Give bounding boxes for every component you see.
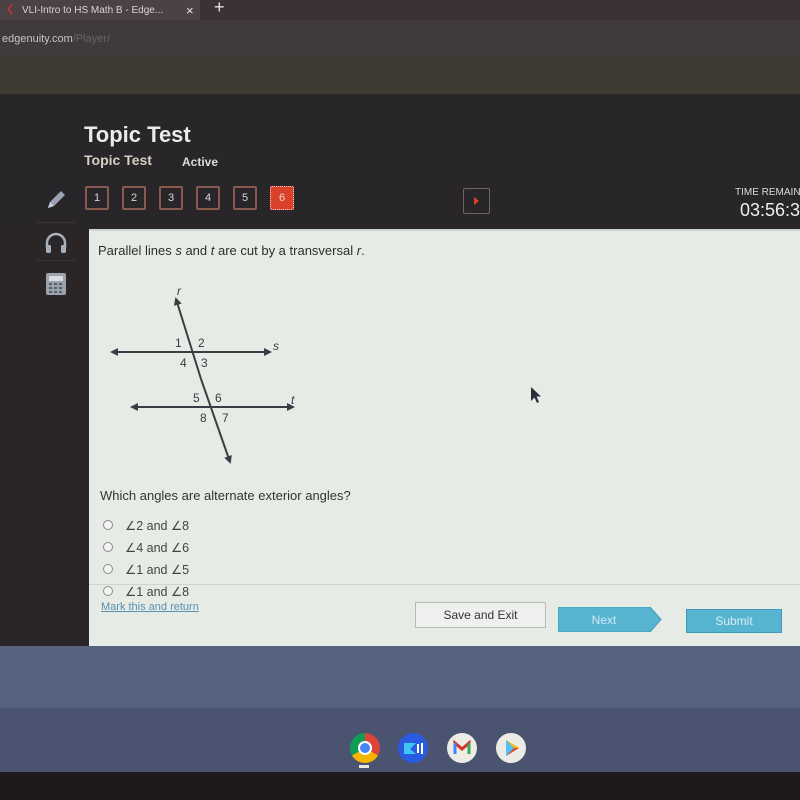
gmail-glyph (453, 739, 471, 754)
question-button-4[interactable]: 4 (196, 186, 220, 210)
headphones-icon (45, 232, 67, 253)
audio-tool-button[interactable] (30, 223, 82, 263)
angle-label-6: 6 (215, 391, 222, 405)
next-button[interactable]: Next (558, 607, 662, 632)
tool-divider (36, 260, 76, 261)
url-path: /Player/ (72, 33, 111, 45)
prompt-text: . (361, 243, 365, 258)
label-s: s (273, 339, 279, 353)
browser-tabstrip: ❮ VLI-Intro to HS Math B - Edge... × + (0, 0, 800, 20)
option-label: ∠2 and ∠8 (125, 518, 190, 533)
option-label: ∠1 and ∠8 (125, 584, 190, 599)
angle-label-8: 8 (200, 411, 207, 425)
mouse-cursor-icon (531, 387, 541, 403)
label-t: t (291, 393, 295, 407)
question-text: Which angles are alternate exterior angl… (100, 488, 351, 503)
radio-button[interactable] (103, 542, 113, 552)
url-text[interactable]: edgenuity.com/Player/ (2, 33, 110, 45)
calculator-tool-button[interactable] (30, 264, 82, 304)
screencastify-app-icon[interactable] (398, 733, 428, 763)
next-question-arrow-button[interactable] (463, 188, 490, 214)
tab-title: VLI-Intro to HS Math B - Edge... (22, 4, 164, 16)
angle-label-4: 4 (180, 356, 187, 370)
question-panel: Parallel lines s and t are cut by a tran… (89, 229, 800, 646)
question-button-5[interactable]: 5 (233, 186, 257, 210)
screencastify-glyph (404, 743, 423, 754)
close-tab-icon[interactable]: × (186, 3, 194, 18)
label-r: r (177, 284, 182, 298)
pencil-icon (48, 191, 65, 208)
status-label: Active (182, 155, 219, 169)
favicon-icon: ❮ (6, 4, 15, 15)
question-button-6-active[interactable]: 6 (270, 186, 294, 210)
angle-label-2: 2 (198, 336, 205, 350)
question-navigation: 1 2 3 4 5 6 (85, 186, 294, 210)
bookmark-bar (0, 56, 800, 94)
angle-label-7: 7 (222, 411, 229, 425)
save-and-exit-button[interactable]: Save and Exit (415, 602, 546, 628)
option-label: ∠4 and ∠6 (125, 540, 190, 555)
radio-button[interactable] (103, 564, 113, 574)
radio-button[interactable] (103, 520, 113, 530)
play-arrow-icon (474, 197, 479, 205)
prompt-text: are cut by a transversal (214, 243, 357, 258)
angle-label-5: 5 (193, 391, 200, 405)
radio-button[interactable] (103, 586, 113, 596)
play-store-glyph (506, 740, 519, 756)
question-button-2[interactable]: 2 (122, 186, 146, 210)
active-app-indicator (359, 765, 369, 768)
pencil-tool-button[interactable] (30, 180, 82, 220)
scroll-clip (89, 574, 800, 584)
answer-option-2[interactable]: ∠4 and ∠6 (103, 536, 189, 558)
prompt-text: Parallel lines (98, 243, 176, 258)
url-domain: edgenuity.com (2, 33, 73, 45)
parallel-lines-diagram: r s t 1 2 3 4 5 6 7 8 (110, 284, 295, 464)
angle-label-3: 3 (201, 356, 208, 370)
chrome-app-icon[interactable] (350, 733, 380, 763)
next-label: Next (591, 612, 617, 627)
monitor-bezel (0, 772, 800, 800)
gmail-app-icon[interactable] (447, 733, 477, 763)
activity-subtitle: Topic Test (84, 152, 152, 168)
answer-option-1[interactable]: ∠2 and ∠8 (103, 514, 189, 536)
screen: ❮ VLI-Intro to HS Math B - Edge... × + e… (0, 0, 800, 800)
new-tab-button[interactable]: + (214, 0, 225, 18)
prompt-text: and (181, 243, 211, 258)
desktop-background (0, 646, 800, 708)
address-bar[interactable]: edgenuity.com/Player/ (0, 20, 800, 56)
page-title: Topic Test (84, 122, 191, 147)
play-store-app-icon[interactable] (496, 733, 526, 763)
calculator-icon (46, 273, 66, 295)
browser-tab[interactable]: ❮ VLI-Intro to HS Math B - Edge... × (0, 0, 200, 20)
submit-button[interactable]: Submit (686, 609, 782, 633)
question-button-1[interactable]: 1 (85, 186, 109, 210)
angle-label-1: 1 (175, 336, 182, 350)
answer-options: ∠2 and ∠8 ∠4 and ∠6 ∠1 and ∠5 ∠1 and ∠8 (103, 514, 189, 602)
question-button-3[interactable]: 3 (159, 186, 183, 210)
time-remaining-label: TIME REMAIN (735, 187, 800, 198)
time-remaining-value: 03:56:3 (740, 200, 800, 220)
question-prompt: Parallel lines s and t are cut by a tran… (98, 243, 365, 258)
chrome-dot (360, 743, 370, 753)
mark-and-return-link[interactable]: Mark this and return (101, 601, 199, 613)
footer-divider (89, 584, 800, 585)
